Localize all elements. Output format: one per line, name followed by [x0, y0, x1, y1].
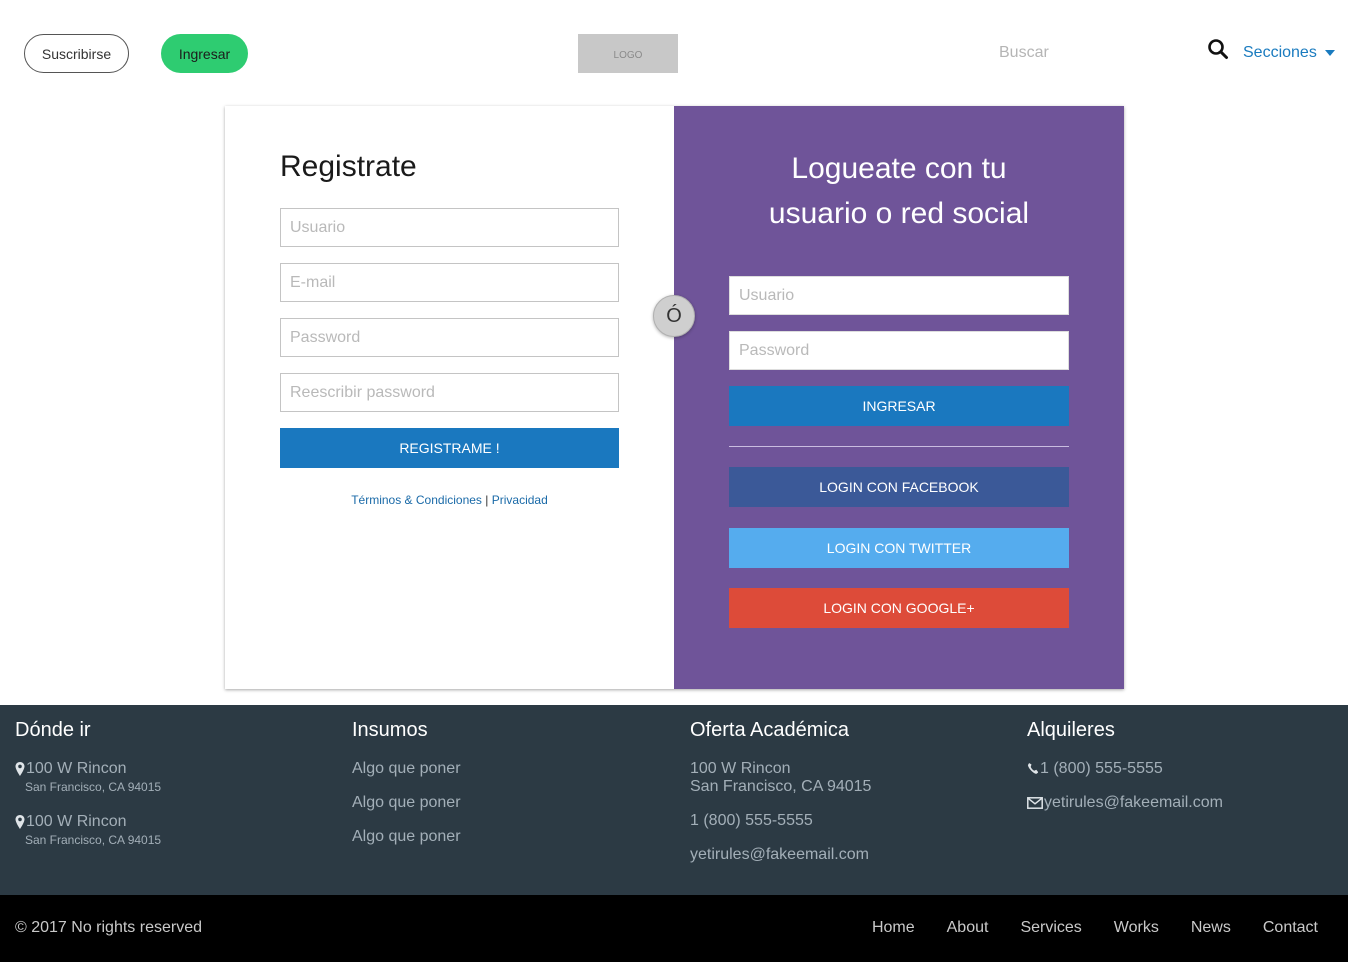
- privacy-link[interactable]: Privacidad: [492, 493, 548, 507]
- auth-card: Registrate REGISTRAME ! Términos & Condi…: [225, 106, 1124, 689]
- footer-col-supplies: Insumos Algo que poner Algo que poner Al…: [352, 719, 672, 862]
- terms-links: Términos & Condiciones | Privacidad: [280, 493, 619, 507]
- academic-city: San Francisco, CA 94015: [690, 778, 872, 795]
- divider: [729, 446, 1069, 447]
- terms-link[interactable]: Términos & Condiciones: [351, 493, 482, 507]
- footer: Dónde ir 100 W Rincon San Francisco, CA …: [0, 705, 1348, 895]
- rentals-phone-row[interactable]: 1 (800) 555-5555: [1027, 760, 1347, 778]
- sections-label: Secciones: [1243, 44, 1317, 61]
- login-username-field[interactable]: [729, 276, 1069, 315]
- footer-place: 100 W Rincon San Francisco, CA 94015: [15, 760, 335, 796]
- logo[interactable]: LOGO: [578, 34, 678, 73]
- register-button[interactable]: REGISTRAME !: [280, 428, 619, 468]
- nav-home[interactable]: Home: [872, 919, 915, 937]
- login-top-button[interactable]: Ingresar: [161, 34, 248, 73]
- rentals-email: yetirules@fakeemail.com: [1044, 794, 1223, 811]
- map-marker-icon: [15, 762, 25, 776]
- place-street: 100 W Rincon: [26, 760, 127, 777]
- login-title-line1: Logueate con tu: [791, 152, 1007, 185]
- footer-link[interactable]: Algo que poner: [352, 794, 672, 812]
- phone-icon: [1027, 763, 1039, 774]
- footer-col-title: Alquileres: [1027, 719, 1115, 741]
- register-repeat-password-field[interactable]: [280, 373, 619, 412]
- search-icon[interactable]: [1207, 38, 1229, 60]
- sections-dropdown[interactable]: Secciones: [1243, 42, 1335, 64]
- footer-col-rentals: Alquileres 1 (800) 555-5555 yetirules@fa…: [1027, 719, 1347, 812]
- nav-about[interactable]: About: [947, 919, 989, 937]
- header: Suscribirse Ingresar LOGO Secciones: [0, 0, 1348, 106]
- nav-news[interactable]: News: [1191, 919, 1231, 937]
- footer-col-title: Oferta Académica: [690, 719, 849, 741]
- register-email-field[interactable]: [280, 263, 619, 302]
- rentals-phone: 1 (800) 555-5555: [1040, 760, 1163, 777]
- google-login-button[interactable]: LOGIN CON GOOGLE+: [729, 588, 1069, 628]
- nav-services[interactable]: Services: [1020, 919, 1081, 937]
- register-panel: Registrate REGISTRAME ! Términos & Condi…: [225, 106, 674, 689]
- footer-nav: Home About Services Works News Contact: [840, 919, 1318, 937]
- or-badge: Ó: [653, 295, 695, 337]
- footer-col-where: Dónde ir 100 W Rincon San Francisco, CA …: [15, 719, 335, 849]
- bottom-bar: © 2017 No rights reserved Home About Ser…: [0, 895, 1348, 962]
- footer-col-title: Dónde ir: [15, 719, 91, 741]
- footer-link[interactable]: Algo que poner: [352, 760, 672, 778]
- rentals-email-row[interactable]: yetirules@fakeemail.com: [1027, 794, 1347, 812]
- search-input[interactable]: [985, 40, 1185, 66]
- footer-col-academic: Oferta Académica 100 W Rincon San Franci…: [690, 719, 1010, 880]
- login-button[interactable]: INGRESAR: [729, 386, 1069, 426]
- register-password-field[interactable]: [280, 318, 619, 357]
- footer-place: 100 W Rincon San Francisco, CA 94015: [15, 813, 335, 849]
- subscribe-button[interactable]: Suscribirse: [24, 34, 129, 73]
- nav-contact[interactable]: Contact: [1263, 919, 1318, 937]
- footer-link[interactable]: Algo que poner: [352, 828, 672, 846]
- register-title: Registrate: [280, 150, 417, 183]
- twitter-login-button[interactable]: LOGIN CON TWITTER: [729, 528, 1069, 568]
- login-password-field[interactable]: [729, 331, 1069, 370]
- login-panel: Logueate con tu usuario o red social ING…: [674, 106, 1124, 689]
- envelope-icon: [1027, 797, 1043, 809]
- register-username-field[interactable]: [280, 208, 619, 247]
- place-street: 100 W Rincon: [26, 813, 127, 830]
- terms-separator: |: [485, 493, 489, 507]
- facebook-login-button[interactable]: LOGIN CON FACEBOOK: [729, 467, 1069, 507]
- academic-email[interactable]: yetirules@fakeemail.com: [690, 846, 1010, 864]
- footer-col-title: Insumos: [352, 719, 428, 741]
- map-marker-icon: [15, 815, 25, 829]
- academic-street: 100 W Rincon: [690, 760, 791, 777]
- place-city: San Francisco, CA 94015: [25, 833, 162, 847]
- chevron-down-icon: [1324, 50, 1335, 56]
- copyright: © 2017 No rights reserved: [15, 919, 202, 936]
- nav-works[interactable]: Works: [1114, 919, 1159, 937]
- login-title-line2: usuario o red social: [768, 197, 1030, 230]
- place-city: San Francisco, CA 94015: [25, 780, 162, 794]
- login-title: Logueate con tu usuario o red social: [674, 146, 1124, 236]
- academic-phone[interactable]: 1 (800) 555-5555: [690, 812, 1010, 830]
